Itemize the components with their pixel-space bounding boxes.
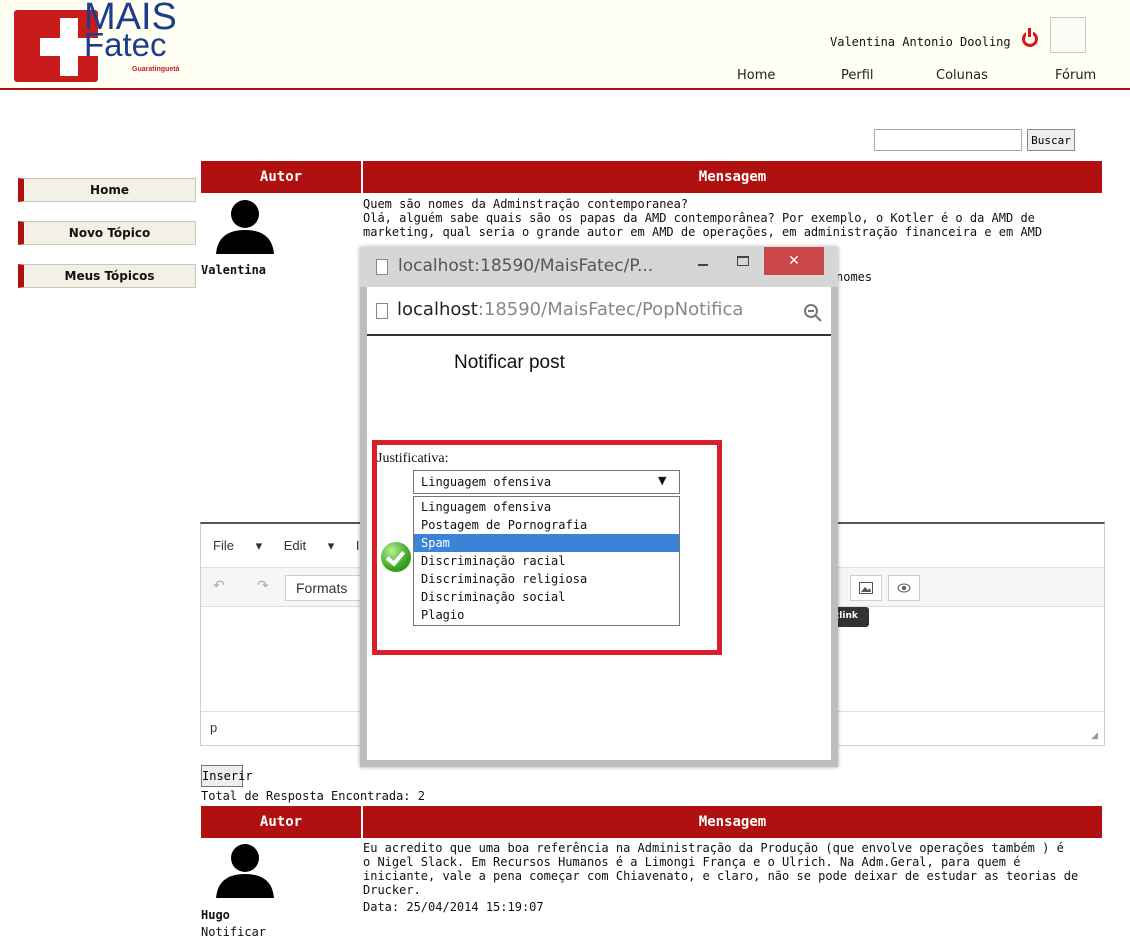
topic-title: Quem são nomes da Adminstração contempor… <box>363 197 689 211</box>
formats-dropdown[interactable]: Formats <box>285 575 365 601</box>
sidebar-item-home[interactable]: Home <box>18 178 196 202</box>
maximize-icon[interactable] <box>737 256 749 266</box>
nav-perfil[interactable]: Perfil <box>841 68 874 83</box>
dropdown-arrow-icon[interactable]: ▼ <box>658 474 666 487</box>
close-window-button[interactable]: ✕ <box>764 247 824 275</box>
nav-home[interactable]: Home <box>737 68 775 83</box>
option-spam[interactable]: Spam <box>414 534 679 552</box>
popup-title: localhost:18590/MaisFatec/P... <box>398 256 654 276</box>
page-icon <box>376 259 388 275</box>
minimize-icon[interactable] <box>697 255 711 271</box>
zoom-icon[interactable] <box>803 303 823 323</box>
topic-author: Valentina <box>201 263 267 277</box>
green-check-icon <box>381 542 411 572</box>
option-plagio[interactable]: Plagio <box>414 606 679 624</box>
preview-eye-icon[interactable] <box>888 575 920 601</box>
mais-fatec-logo[interactable]: MAIS Fatec Guaratinguetá <box>14 0 184 86</box>
editor-path: p <box>210 720 218 735</box>
notify-link[interactable]: Notificar <box>201 925 266 939</box>
reply-body-line: Drucker. <box>363 883 421 897</box>
logo-text-city: Guaratinguetá <box>132 66 180 73</box>
search-input[interactable] <box>874 129 1022 151</box>
user-name: Valentina Antonio Dooling <box>830 35 1011 49</box>
redo-icon[interactable]: ↷ <box>257 578 269 594</box>
option-discriminacao-racial[interactable]: Discriminação racial <box>414 552 679 570</box>
option-discriminacao-social[interactable]: Discriminação social <box>414 588 679 606</box>
topic-header-mensagem: Mensagem <box>363 161 1102 193</box>
justification-options-list[interactable]: Linguagem ofensiva Postagem de Pornograf… <box>413 496 680 626</box>
popup-heading: Notificar post <box>454 352 565 373</box>
editor-menu-file[interactable]: File ▾ <box>213 538 262 553</box>
insert-button[interactable]: Inserir <box>201 765 253 787</box>
popup-url-bar[interactable]: localhost:18590/MaisFatec/PopNotifica <box>367 290 831 336</box>
reply-header-autor: Autor <box>201 806 361 838</box>
option-discriminacao-religiosa[interactable]: Discriminação religiosa <box>414 570 679 588</box>
popup-url: localhost:18590/MaisFatec/PopNotifica <box>397 299 744 320</box>
option-pornografia[interactable]: Postagem de Pornografia <box>414 516 679 534</box>
logo-text-fatec: Fatec <box>84 26 167 63</box>
topic-body-fragment: nomes <box>836 270 873 284</box>
reply-author: Hugo <box>201 908 230 922</box>
editor-menu-edit[interactable]: Edit ▾ <box>284 538 335 553</box>
search-button[interactable]: Buscar <box>1027 129 1075 151</box>
option-linguagem-ofensiva[interactable]: Linguagem ofensiva <box>414 498 679 516</box>
sidebar-item-meus-topicos[interactable]: Meus Tópicos <box>18 264 196 288</box>
justification-label: Justificativa: <box>377 451 449 466</box>
topic-header-autor: Autor <box>201 161 361 193</box>
topic-body-line: Olá, alguém sabe quais são os papas da A… <box>363 211 1035 225</box>
resize-handle-icon[interactable]: ◢ <box>1091 730 1098 741</box>
reply-header-mensagem: Mensagem <box>363 806 1102 838</box>
nav-forum[interactable]: Fórum <box>1055 68 1096 83</box>
reply-body-line: Eu acredito que uma boa referência na Ad… <box>363 841 1064 855</box>
user-silhouette-icon <box>216 844 274 898</box>
justification-select[interactable]: Linguagem ofensiva <box>413 470 680 494</box>
undo-icon[interactable]: ↶ <box>213 578 225 594</box>
total-replies-text: Total de Resposta Encontrada: 2 <box>201 789 425 803</box>
user-avatar[interactable] <box>1050 17 1086 53</box>
sidebar-item-novo-topico[interactable]: Novo Tópico <box>18 221 196 245</box>
topic-body-line: marketing, qual seria o grande autor em … <box>363 225 1043 239</box>
page-icon <box>376 303 388 319</box>
user-silhouette-icon <box>216 200 274 254</box>
image-icon[interactable] <box>850 575 882 601</box>
reply-date: Data: 25/04/2014 15:19:07 <box>363 900 544 914</box>
nav-colunas[interactable]: Colunas <box>936 68 988 83</box>
logout-power-icon[interactable] <box>1022 28 1038 47</box>
reply-body-line: o Nigel Slack. Em Recursos Humanos é a L… <box>363 855 1021 869</box>
reply-body-line: iniciante, vale a pena começar com Chiav… <box>363 869 1079 883</box>
